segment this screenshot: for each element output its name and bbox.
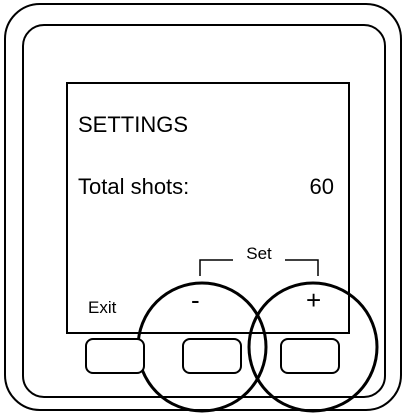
minus-button[interactable] xyxy=(182,338,242,374)
screen-title: SETTINGS xyxy=(78,112,189,137)
set-group-label: Set xyxy=(200,244,318,264)
plus-button[interactable] xyxy=(280,338,340,374)
exit-button[interactable] xyxy=(85,338,145,374)
minus-softkey-label: - xyxy=(191,285,200,315)
plus-softkey-label: + xyxy=(306,285,322,315)
exit-softkey-label: Exit xyxy=(88,298,117,317)
total-shots-label: Total shots: xyxy=(78,174,190,199)
total-shots-value: 60 xyxy=(309,174,334,199)
